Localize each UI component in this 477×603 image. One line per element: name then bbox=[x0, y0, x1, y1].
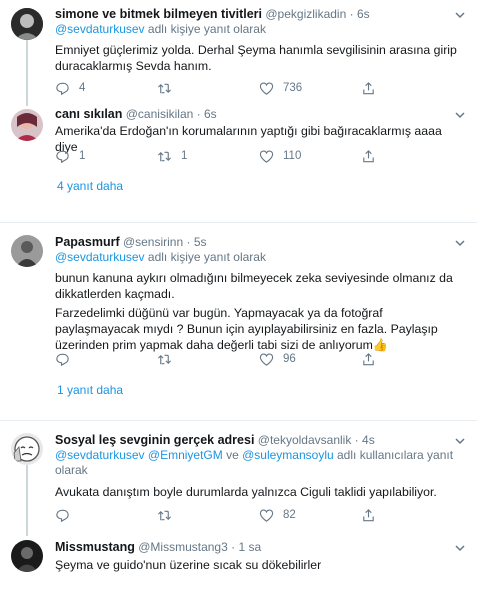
user-handle[interactable]: @sensirinn bbox=[123, 235, 183, 249]
share-icon bbox=[363, 352, 374, 365]
retweet-icon bbox=[158, 510, 171, 520]
timestamp[interactable]: 6s bbox=[204, 107, 217, 121]
mention-link[interactable]: @suleymansoylu bbox=[242, 448, 334, 462]
retweet-icon bbox=[158, 151, 171, 161]
user-handle[interactable]: @tekyoldavsanlik bbox=[258, 433, 352, 447]
avatar[interactable] bbox=[11, 109, 43, 141]
user-name[interactable]: canı sıkılan bbox=[55, 107, 122, 121]
share-button[interactable] bbox=[361, 80, 376, 96]
user-name[interactable]: Papasmurf bbox=[55, 235, 120, 249]
show-more-replies-link[interactable]: 4 yanıt daha bbox=[57, 179, 123, 193]
user-handle[interactable]: @Missmustang3 bbox=[138, 540, 228, 554]
retweet-button[interactable] bbox=[157, 80, 181, 96]
heart-icon bbox=[259, 508, 274, 522]
like-button[interactable]: 96 bbox=[259, 351, 296, 367]
separator-dot: · bbox=[196, 107, 201, 121]
tweet-text: bunun kanuna aykırı olmadığını bilmeyece… bbox=[55, 271, 453, 301]
like-count: 110 bbox=[283, 150, 302, 162]
retweet-button[interactable]: 1 bbox=[157, 148, 187, 164]
like-count: 82 bbox=[283, 509, 296, 521]
tweet-text: Avukata danıştım boyle durumlarda yalnız… bbox=[55, 485, 437, 499]
mention-link[interactable]: @sevdaturkusev bbox=[55, 448, 145, 462]
share-icon bbox=[363, 149, 374, 162]
share-button[interactable] bbox=[361, 148, 376, 164]
user-handle[interactable]: @canisikilan bbox=[126, 107, 194, 121]
mention-link[interactable]: @EmniyetGM bbox=[148, 448, 223, 462]
tweet-text: Emniyet güçlerimiz yolda. Derhal Şeyma h… bbox=[55, 43, 457, 73]
reply-context-suffix: adlı kişiye yanıt olarak bbox=[144, 250, 266, 264]
retweet-icon bbox=[158, 354, 171, 364]
user-name[interactable]: Missmustang bbox=[55, 540, 135, 554]
like-button[interactable]: 82 bbox=[259, 507, 296, 523]
avatar[interactable] bbox=[11, 235, 43, 267]
reply-context-conjunction: ve bbox=[222, 448, 243, 462]
user-name[interactable]: Sosyal leş sevginin gerçek adresi bbox=[55, 433, 254, 447]
share-button[interactable] bbox=[361, 507, 376, 523]
separator-dot: · bbox=[231, 540, 236, 554]
divider bbox=[0, 222, 477, 223]
reply-button[interactable]: 4 bbox=[55, 80, 85, 96]
timestamp[interactable]: 4s bbox=[362, 433, 375, 447]
reply-icon bbox=[56, 509, 69, 522]
avatar[interactable] bbox=[11, 540, 43, 572]
reply-button[interactable] bbox=[55, 507, 79, 523]
like-button[interactable]: 110 bbox=[259, 148, 301, 164]
reply-count: 4 bbox=[79, 82, 86, 94]
chevron-down-icon[interactable] bbox=[453, 541, 467, 555]
reply-context: @sevdaturkusev adlı kişiye yanıt olarak bbox=[55, 22, 465, 37]
reply-context: @sevdaturkusev @EmniyetGM ve @suleymanso… bbox=[55, 448, 465, 478]
chevron-down-icon[interactable] bbox=[453, 236, 467, 250]
chevron-down-icon[interactable] bbox=[453, 434, 467, 448]
avatar[interactable] bbox=[11, 433, 43, 465]
reply-context-suffix: adlı kişiye yanıt olarak bbox=[144, 22, 266, 36]
heart-icon bbox=[259, 352, 274, 366]
timestamp[interactable]: 6s bbox=[357, 7, 370, 21]
retweet-icon bbox=[158, 83, 171, 93]
retweet-button[interactable] bbox=[157, 351, 181, 367]
show-more-replies-link[interactable]: 1 yanıt daha bbox=[57, 383, 123, 397]
share-icon bbox=[363, 81, 374, 94]
retweet-count: 1 bbox=[181, 150, 188, 162]
reply-icon bbox=[56, 82, 69, 95]
like-button[interactable]: 736 bbox=[259, 80, 302, 96]
share-icon bbox=[363, 508, 374, 521]
retweet-button[interactable] bbox=[157, 507, 181, 523]
share-button[interactable] bbox=[361, 351, 376, 367]
timestamp[interactable]: 1 sa bbox=[238, 540, 261, 554]
heart-icon bbox=[259, 149, 274, 163]
reply-button[interactable]: 1 bbox=[55, 148, 85, 164]
like-count: 736 bbox=[283, 82, 303, 94]
tweet-text: Farzedelimki düğünü var bugün. Yapmayaca… bbox=[55, 306, 438, 352]
heart-icon bbox=[259, 81, 274, 95]
reply-count: 1 bbox=[79, 150, 86, 162]
mention-link[interactable]: @sevdaturkusev bbox=[55, 22, 145, 36]
chevron-down-icon[interactable] bbox=[453, 108, 467, 122]
reply-icon bbox=[56, 353, 69, 366]
chevron-down-icon[interactable] bbox=[453, 8, 467, 22]
separator-dot: · bbox=[354, 433, 359, 447]
reply-icon bbox=[56, 150, 69, 163]
separator-dot: · bbox=[349, 7, 354, 21]
reply-button[interactable] bbox=[55, 351, 79, 367]
timestamp[interactable]: 5s bbox=[194, 235, 207, 249]
avatar[interactable] bbox=[11, 8, 43, 40]
divider bbox=[0, 420, 477, 421]
tweet-text: Şeyma ve guido'nun üzerine sıcak su döke… bbox=[55, 558, 322, 572]
user-name[interactable]: simone ve bitmek bilmeyen tivitleri bbox=[55, 7, 262, 21]
thread-connector bbox=[26, 464, 28, 536]
user-handle[interactable]: @pekgizlikadin bbox=[265, 7, 346, 21]
thread-connector bbox=[26, 40, 28, 106]
like-count: 96 bbox=[283, 353, 296, 365]
separator-dot: · bbox=[186, 235, 191, 249]
reply-context: @sevdaturkusev adlı kişiye yanıt olarak bbox=[55, 250, 465, 265]
mention-link[interactable]: @sevdaturkusev bbox=[55, 250, 145, 264]
